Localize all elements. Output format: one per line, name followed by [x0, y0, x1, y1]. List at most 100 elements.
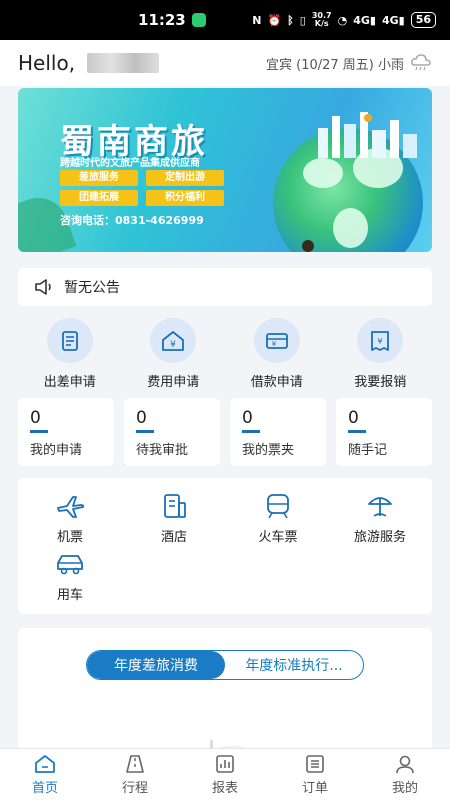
status-time: 11:23: [138, 11, 186, 29]
chart-icon: [216, 754, 234, 773]
service-travel[interactable]: 旅游服务: [328, 492, 432, 545]
action-label: 出差申请: [43, 375, 96, 390]
action-label: 借款申请: [250, 375, 303, 390]
banner-subtitle: 跨越时代的文旅产品集成供应商: [60, 158, 200, 169]
header: Hello, 宜宾 (10/27 周五) 小雨: [0, 40, 450, 86]
nav-orders[interactable]: 订单: [280, 754, 350, 796]
banner-tag: 积分福利: [146, 190, 224, 206]
stat-value: 0: [348, 408, 359, 428]
user-icon: [396, 755, 414, 773]
vibrate-icon: ▯: [299, 13, 306, 27]
stat-pending-approval[interactable]: 0 待我审批: [124, 398, 220, 466]
nav-home[interactable]: 首页: [10, 754, 80, 796]
action-loan-request[interactable]: ¥ 借款申请: [231, 318, 323, 390]
yuan-house-icon: ¥: [162, 330, 185, 351]
stat-label: 我的票夹: [242, 443, 295, 458]
service-hotel[interactable]: 酒店: [122, 492, 226, 545]
nav-label: 我的: [391, 780, 418, 796]
banner-tag: 团建拓展: [60, 190, 138, 206]
masked-user-name: [87, 53, 160, 73]
service-label: 火车票: [258, 530, 298, 545]
service-car[interactable]: 用车: [18, 550, 122, 603]
bottom-nav: 首页 行程 报表 订单 我的: [0, 748, 450, 800]
rain-cloud-icon: [411, 54, 431, 71]
city-skyline-illustration: [318, 112, 417, 158]
status-bar: 11:23 N ⏰ ᛒ ▯ 30.7 K/s ◔ 4G▮ 4G▮ 56: [0, 0, 450, 40]
stat-value: 0: [242, 408, 253, 428]
stats-row: 0 我的申请 0 待我审批 0 我的票夹 0 随手记: [18, 398, 432, 466]
battery-icon: 56: [410, 12, 436, 28]
stat-underline: [348, 430, 366, 433]
home-icon: [35, 754, 55, 773]
train-icon: [267, 494, 289, 519]
nav-label: 行程: [121, 780, 148, 796]
nav-profile[interactable]: 我的: [370, 754, 440, 796]
stat-ticket-folder[interactable]: 0 我的票夹: [230, 398, 326, 466]
svg-text:¥: ¥: [378, 337, 383, 346]
service-label: 用车: [56, 588, 83, 603]
signal-icon-2: 4G▮: [381, 13, 405, 27]
net-speed-unit: K/s: [314, 19, 329, 28]
nfc-icon: N: [252, 13, 262, 27]
stat-label: 我的申请: [30, 443, 83, 458]
car-icon: [57, 555, 83, 575]
report-tab-switcher: 年度差旅消费 年度标准执行...: [86, 650, 364, 680]
weather-info[interactable]: 宜宾 (10/27 周五) 小雨: [266, 54, 432, 73]
svg-text:¥: ¥: [170, 340, 176, 350]
wifi-icon: ◔: [337, 13, 348, 27]
yuan-card-icon: ¥: [265, 332, 288, 349]
banner-tags: 差旅服务 定制出游 团建拓展 积分福利: [60, 170, 224, 206]
service-label: 机票: [56, 530, 83, 545]
stat-label: 随手记: [348, 443, 388, 458]
tab-annual-spending[interactable]: 年度差旅消费: [87, 651, 225, 679]
quick-actions: 出差申请 ¥ 费用申请 ¥ 借款申请 ¥ 我要报销: [18, 318, 432, 390]
service-label: 旅游服务: [353, 530, 406, 545]
banner-tag: 定制出游: [146, 170, 224, 186]
beach-umbrella-icon: [368, 497, 392, 517]
service-flight[interactable]: 机票: [18, 492, 122, 545]
tab-annual-standard[interactable]: 年度标准执行...: [225, 651, 363, 679]
stat-underline: [30, 430, 48, 433]
list-icon: [306, 754, 324, 773]
stat-value: 0: [30, 408, 41, 428]
greeting: Hello,: [18, 51, 160, 75]
document-icon: [61, 330, 78, 351]
stat-notes[interactable]: 0 随手记: [336, 398, 432, 466]
banner-phone: 咨询电话：0831-4626999: [60, 214, 204, 227]
service-train[interactable]: 火车票: [226, 492, 330, 545]
announcement-bar[interactable]: 暂无公告: [18, 268, 432, 306]
promo-banner[interactable]: 蜀南商旅 跨越时代的文旅产品集成供应商 差旅服务 定制出游 团建拓展 积分福利 …: [18, 88, 432, 252]
speaker-icon: [35, 279, 51, 295]
reimburse-icon: ¥: [371, 330, 390, 351]
stat-underline: [242, 430, 260, 433]
service-label: 酒店: [160, 530, 187, 545]
stat-label: 待我审批: [136, 443, 189, 458]
stat-value: 0: [136, 408, 147, 428]
nav-itinerary[interactable]: 行程: [100, 754, 170, 796]
services-panel: 机票 酒店 火车票 旅游服务 用车: [18, 478, 432, 614]
nav-label: 报表: [211, 780, 238, 796]
action-label: 我要报销: [354, 375, 407, 390]
action-travel-request[interactable]: 出差申请: [24, 318, 116, 390]
nav-label: 首页: [31, 780, 58, 796]
signal-icon: 4G▮: [353, 13, 376, 27]
hotel-icon: [164, 494, 186, 518]
nav-reports[interactable]: 报表: [190, 754, 260, 796]
action-label: 费用申请: [147, 375, 200, 390]
road-icon: [126, 754, 144, 773]
greeting-text: Hello,: [18, 51, 76, 75]
app-notification-icon: [191, 13, 206, 27]
alarm-icon: ⏰: [267, 13, 282, 27]
announcement-text: 暂无公告: [64, 280, 120, 296]
plane-icon: [57, 496, 85, 518]
nav-label: 订单: [301, 780, 328, 796]
action-reimburse[interactable]: ¥ 我要报销: [334, 318, 426, 390]
action-expense-request[interactable]: ¥ 费用申请: [127, 318, 219, 390]
traveler-illustration: [302, 240, 314, 252]
stat-my-requests[interactable]: 0 我的申请: [18, 398, 114, 466]
banner-tag: 差旅服务: [60, 170, 138, 186]
svg-text:¥: ¥: [272, 340, 277, 348]
weather-text: 宜宾 (10/27 周五) 小雨: [265, 57, 404, 73]
stat-underline: [136, 430, 154, 433]
net-speed: 30.7 K/s: [312, 12, 332, 28]
